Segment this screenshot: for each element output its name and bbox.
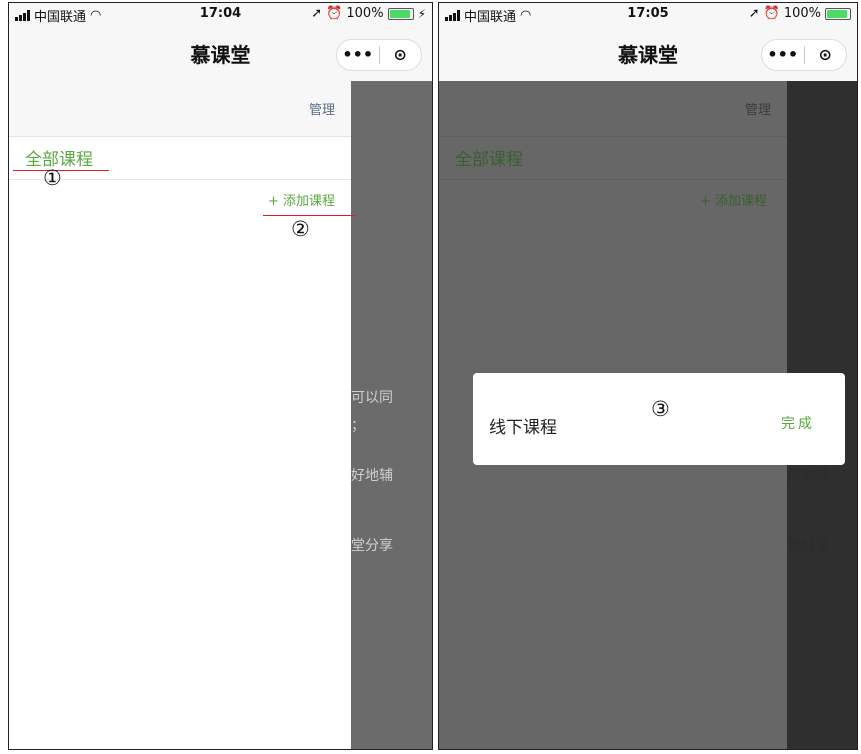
add-course-button: + 添加课程 [699,194,767,209]
background-text: 堂分享 [787,538,829,554]
background-text: 可以同 [351,390,393,406]
more-menu-button[interactable]: ••• [337,40,379,70]
battery-percent: 100% [346,6,384,21]
divider [439,179,787,180]
annotation-marker-2: ② [291,217,310,241]
manage-link: 管理 [744,103,771,118]
phone-screen-right: 中国联通 ◠ 17:05 ➚ ⏰ 100% 慕课堂 ••• ⊙ 管理 全部课程 … [438,2,858,750]
annotation-marker-1: ① [43,166,62,190]
charging-icon: ⚡ [417,6,426,21]
nav-bar: 慕课堂 ••• ⊙ [439,25,857,81]
done-button[interactable]: 完成 [781,413,815,433]
alarm-icon: ⏰ [763,6,780,21]
drawer-header: 管理 [439,81,787,137]
background-text: ； [351,418,365,434]
more-menu-button[interactable]: ••• [762,40,804,70]
course-name-input[interactable]: 线下课程 [489,413,557,438]
drawer-header: 管理 [9,81,351,137]
battery-icon [387,7,414,20]
close-miniapp-button[interactable]: ⊙ [380,40,422,70]
annotation-underline-2 [263,215,355,216]
close-miniapp-button[interactable]: ⊙ [805,40,847,70]
status-bar: 中国联通 ◠ 17:04 ➚ ⏰ 100% ⚡ [9,3,432,25]
nav-bar: 慕课堂 ••• ⊙ [9,25,432,81]
background-overlay[interactable]: 可以同 ； 好地辅 堂分享 [351,81,432,749]
miniapp-capsule: ••• ⊙ [761,39,847,71]
location-icon: ➚ [311,6,323,21]
location-icon: ➚ [748,6,760,21]
battery-icon [825,7,851,20]
battery-percent: 100% [783,6,821,21]
add-course-button[interactable]: + 添加课程 [268,190,335,209]
status-bar: 中国联通 ◠ 17:05 ➚ ⏰ 100% [439,3,857,25]
all-courses-item: 全部课程 [455,150,523,170]
background-text: 好地辅 [351,468,393,484]
phone-screen-left: 中国联通 ◠ 17:04 ➚ ⏰ 100% ⚡ 慕课堂 ••• ⊙ 管理 全部课… [8,2,433,750]
background-text: 好地辅 [787,468,829,484]
background-text: 堂分享 [351,538,393,554]
alarm-icon: ⏰ [326,6,343,21]
annotation-marker-3: ③ [651,397,670,421]
manage-link[interactable]: 管理 [309,99,335,118]
miniapp-capsule: ••• ⊙ [336,39,422,71]
